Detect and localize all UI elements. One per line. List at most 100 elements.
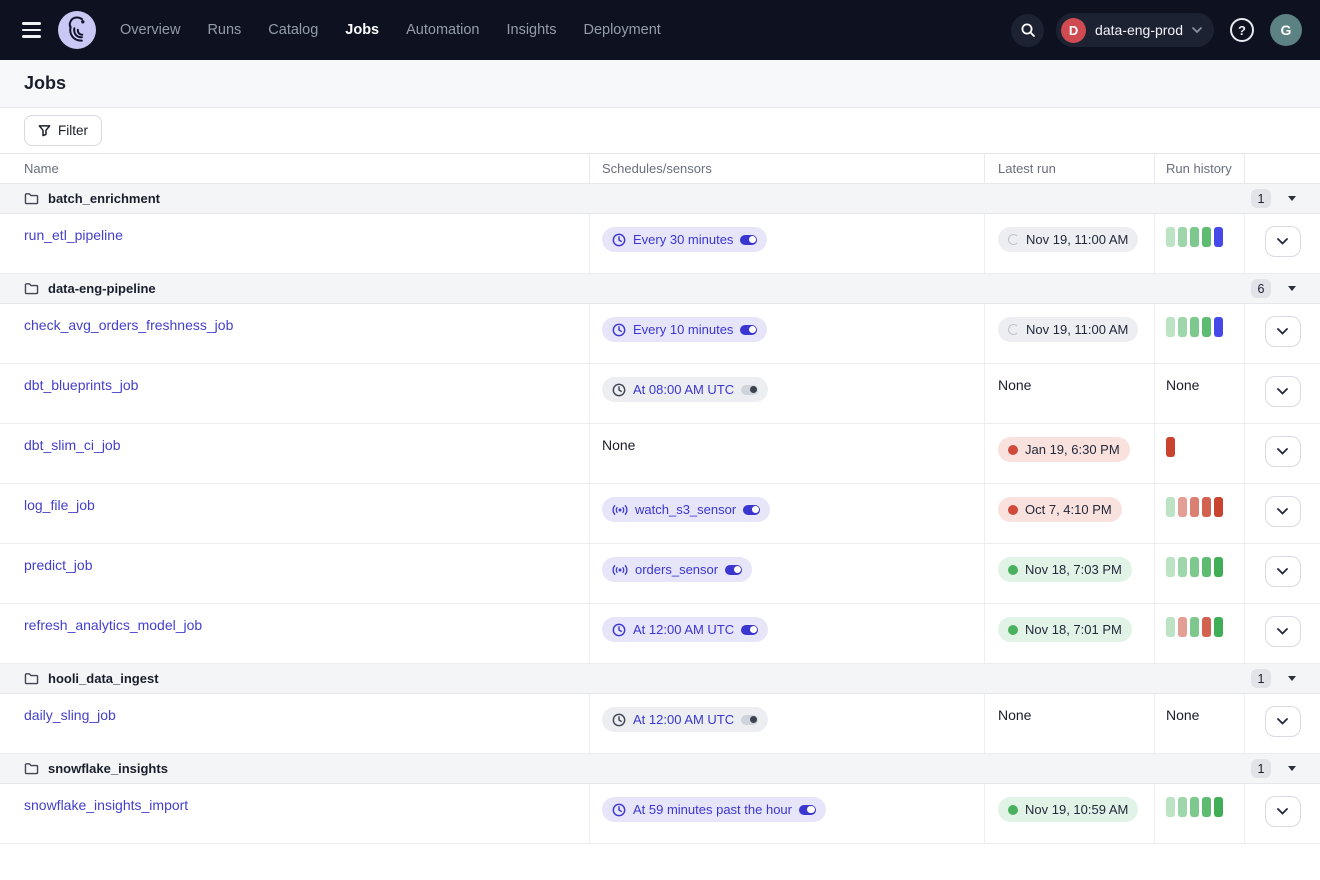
help-icon[interactable]: ? (1230, 18, 1254, 42)
latest-run-chip[interactable]: Jan 19, 6:30 PM (998, 437, 1130, 462)
row-expand-button[interactable] (1265, 796, 1301, 827)
run-history-bars[interactable] (1166, 557, 1244, 577)
schedule-toggle-off[interactable] (741, 385, 758, 395)
latest-run-chip[interactable]: Nov 19, 11:00 AM (998, 317, 1138, 342)
run-history-none: None (1166, 377, 1199, 393)
group-row-data-eng-pipeline[interactable]: data-eng-pipeline 6 (0, 274, 1320, 304)
job-link-dbt_slim_ci_job[interactable]: dbt_slim_ci_job (24, 437, 121, 453)
row-expand-button[interactable] (1265, 556, 1301, 587)
schedule-chip[interactable]: At 12:00 AM UTC (602, 617, 768, 642)
column-header-run-history: Run history (1155, 154, 1245, 183)
job-link-refresh_analytics_model_job[interactable]: refresh_analytics_model_job (24, 617, 202, 633)
schedule-chip[interactable]: At 12:00 AM UTC (602, 707, 768, 732)
user-avatar[interactable]: G (1270, 14, 1302, 46)
group-row-hooli-data-ingest[interactable]: hooli_data_ingest 1 (0, 664, 1320, 694)
collapse-caret-icon[interactable] (1288, 676, 1296, 681)
page-title: Jobs (24, 73, 66, 94)
latest-run-chip[interactable]: Nov 19, 11:00 AM (998, 227, 1138, 252)
row-expand-button[interactable] (1265, 436, 1301, 467)
group-name: snowflake_insights (48, 761, 168, 776)
nav-link-overview[interactable]: Overview (120, 22, 180, 38)
table-row: snowflake_insights_import At 59 minutes … (0, 784, 1320, 844)
row-expand-button[interactable] (1265, 496, 1301, 527)
group-name: data-eng-pipeline (48, 281, 156, 296)
sensor-toggle-on[interactable] (725, 565, 742, 575)
folder-icon (24, 762, 39, 775)
success-dot-icon (1008, 625, 1018, 635)
latest-run-chip[interactable]: Nov 18, 7:03 PM (998, 557, 1132, 582)
nav-link-deployment[interactable]: Deployment (583, 22, 660, 38)
workspace-switcher[interactable]: D data-eng-prod (1056, 13, 1214, 47)
job-link-log_file_job[interactable]: log_file_job (24, 497, 95, 513)
schedule-toggle-on[interactable] (799, 805, 816, 815)
dagster-logo-icon[interactable] (58, 11, 96, 49)
column-header-schedules: Schedules/sensors (590, 154, 985, 183)
job-link-snowflake_insights_import[interactable]: snowflake_insights_import (24, 797, 188, 813)
latest-run-chip[interactable]: Oct 7, 4:10 PM (998, 497, 1122, 522)
column-header-name: Name (0, 154, 590, 183)
group-row-batch-enrichment[interactable]: batch_enrichment 1 (0, 184, 1320, 214)
schedule-chip[interactable]: Every 30 minutes (602, 227, 767, 252)
nav-link-catalog[interactable]: Catalog (268, 22, 318, 38)
job-link-run_etl_pipeline[interactable]: run_etl_pipeline (24, 227, 123, 243)
sensor-icon (612, 504, 628, 516)
row-expand-button[interactable] (1265, 616, 1301, 647)
nav-link-jobs[interactable]: Jobs (345, 22, 379, 38)
sensor-chip[interactable]: watch_s3_sensor (602, 497, 770, 522)
main-nav: Overview Runs Catalog Jobs Automation In… (120, 22, 661, 38)
latest-run-none: None (998, 707, 1031, 723)
latest-run-chip[interactable]: Nov 19, 10:59 AM (998, 797, 1138, 822)
schedule-chip[interactable]: At 08:00 AM UTC (602, 377, 768, 402)
latest-run-chip[interactable]: Nov 18, 7:01 PM (998, 617, 1132, 642)
failure-dot-icon (1008, 505, 1018, 515)
table-header: Name Schedules/sensors Latest run Run hi… (0, 154, 1320, 184)
search-button[interactable] (1011, 14, 1044, 47)
run-history-bars[interactable] (1166, 437, 1244, 457)
group-count-badge: 6 (1251, 279, 1271, 298)
page-header: Jobs (0, 60, 1320, 108)
job-link-predict_job[interactable]: predict_job (24, 557, 93, 573)
filter-icon (38, 124, 51, 137)
group-row-snowflake-insights[interactable]: snowflake_insights 1 (0, 754, 1320, 784)
clock-icon (612, 383, 626, 397)
nav-link-insights[interactable]: Insights (506, 22, 556, 38)
schedule-chip[interactable]: Every 10 minutes (602, 317, 767, 342)
job-link-dbt_blueprints_job[interactable]: dbt_blueprints_job (24, 377, 138, 393)
row-expand-button[interactable] (1265, 376, 1301, 407)
row-expand-button[interactable] (1265, 226, 1301, 257)
sensor-toggle-on[interactable] (743, 505, 760, 515)
menu-icon[interactable] (14, 13, 48, 47)
job-link-daily_sling_job[interactable]: daily_sling_job (24, 707, 116, 723)
schedule-toggle-on[interactable] (740, 235, 757, 245)
clock-icon (612, 323, 626, 337)
schedule-toggle-off[interactable] (741, 715, 758, 725)
collapse-caret-icon[interactable] (1288, 286, 1296, 291)
run-history-bars[interactable] (1166, 227, 1244, 247)
filter-button[interactable]: Filter (24, 115, 102, 146)
run-history-bars[interactable] (1166, 317, 1244, 337)
chevron-down-icon (1277, 718, 1288, 725)
row-expand-button[interactable] (1265, 316, 1301, 347)
success-dot-icon (1008, 805, 1018, 815)
run-history-bars[interactable] (1166, 617, 1244, 637)
schedule-toggle-on[interactable] (741, 625, 758, 635)
schedule-chip[interactable]: At 59 minutes past the hour (602, 797, 826, 822)
row-expand-button[interactable] (1265, 706, 1301, 737)
collapse-caret-icon[interactable] (1288, 766, 1296, 771)
nav-link-automation[interactable]: Automation (406, 22, 479, 38)
in-progress-spinner-icon (1008, 234, 1019, 245)
table-row: run_etl_pipeline Every 30 minutes Nov 19… (0, 214, 1320, 274)
schedule-toggle-on[interactable] (740, 325, 757, 335)
folder-icon (24, 672, 39, 685)
run-history-bars[interactable] (1166, 497, 1244, 517)
job-link-check_avg_orders_freshness_job[interactable]: check_avg_orders_freshness_job (24, 317, 233, 333)
folder-icon (24, 192, 39, 205)
chevron-down-icon (1277, 328, 1288, 335)
group-count-badge: 1 (1251, 759, 1271, 778)
sensor-chip[interactable]: orders_sensor (602, 557, 752, 582)
run-history-bars[interactable] (1166, 797, 1244, 817)
column-header-actions (1245, 154, 1320, 183)
table-row: log_file_job watch_s3_sensor Oct 7, 4:10… (0, 484, 1320, 544)
collapse-caret-icon[interactable] (1288, 196, 1296, 201)
nav-link-runs[interactable]: Runs (207, 22, 241, 38)
